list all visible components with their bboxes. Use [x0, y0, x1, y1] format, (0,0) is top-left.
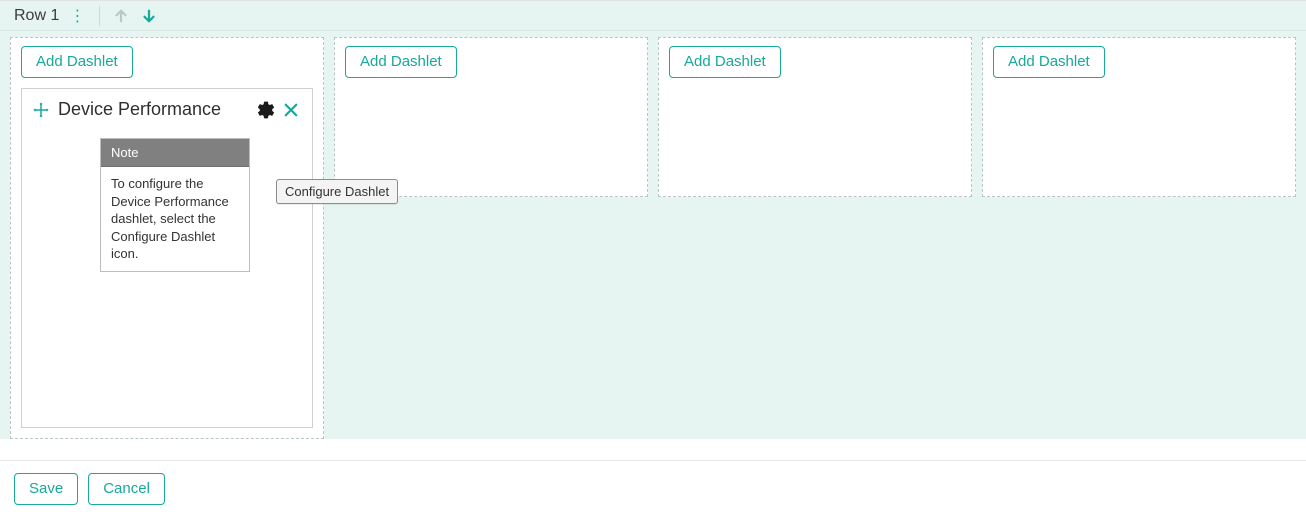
add-dashlet-button[interactable]: Add Dashlet [993, 46, 1105, 78]
dashboard-editor: Row 1 ⋮ Add Dashlet [0, 0, 1306, 516]
move-row-up-icon[interactable] [110, 7, 132, 25]
column-4: Add Dashlet [982, 37, 1296, 197]
add-dashlet-button[interactable]: Add Dashlet [21, 46, 133, 78]
dashlet-device-performance: Device Performance [21, 88, 313, 428]
row-header: Row 1 ⋮ [0, 1, 1306, 31]
add-dashlet-button[interactable]: Add Dashlet [669, 46, 781, 78]
dashlet-actions [256, 100, 300, 120]
add-dashlet-button[interactable]: Add Dashlet [345, 46, 457, 78]
save-button[interactable]: Save [14, 473, 78, 505]
move-icon[interactable] [32, 101, 50, 119]
column-1: Add Dashlet Device Perform [10, 37, 324, 439]
close-icon[interactable] [282, 101, 300, 119]
row-title: Row 1 [14, 7, 59, 25]
move-row-down-icon[interactable] [138, 7, 160, 25]
gear-icon[interactable] [256, 100, 276, 120]
row-columns: Add Dashlet Device Perform [10, 37, 1296, 439]
row-menu-icon[interactable]: ⋮ [65, 6, 89, 26]
note-heading: Note [101, 139, 249, 167]
dashlet-header: Device Performance [32, 99, 300, 120]
footer: Save Cancel [0, 460, 1306, 516]
column-2: Add Dashlet [334, 37, 648, 197]
note-body: To configure the Device Performance dash… [101, 167, 249, 271]
column-3: Add Dashlet [658, 37, 972, 197]
cancel-button[interactable]: Cancel [88, 473, 165, 505]
dashlet-title: Device Performance [58, 99, 221, 120]
row-body: Add Dashlet Device Perform [0, 31, 1306, 439]
configure-dashlet-tooltip: Configure Dashlet [276, 179, 398, 204]
note-box: Note To configure the Device Performance… [100, 138, 250, 272]
divider [99, 6, 100, 26]
